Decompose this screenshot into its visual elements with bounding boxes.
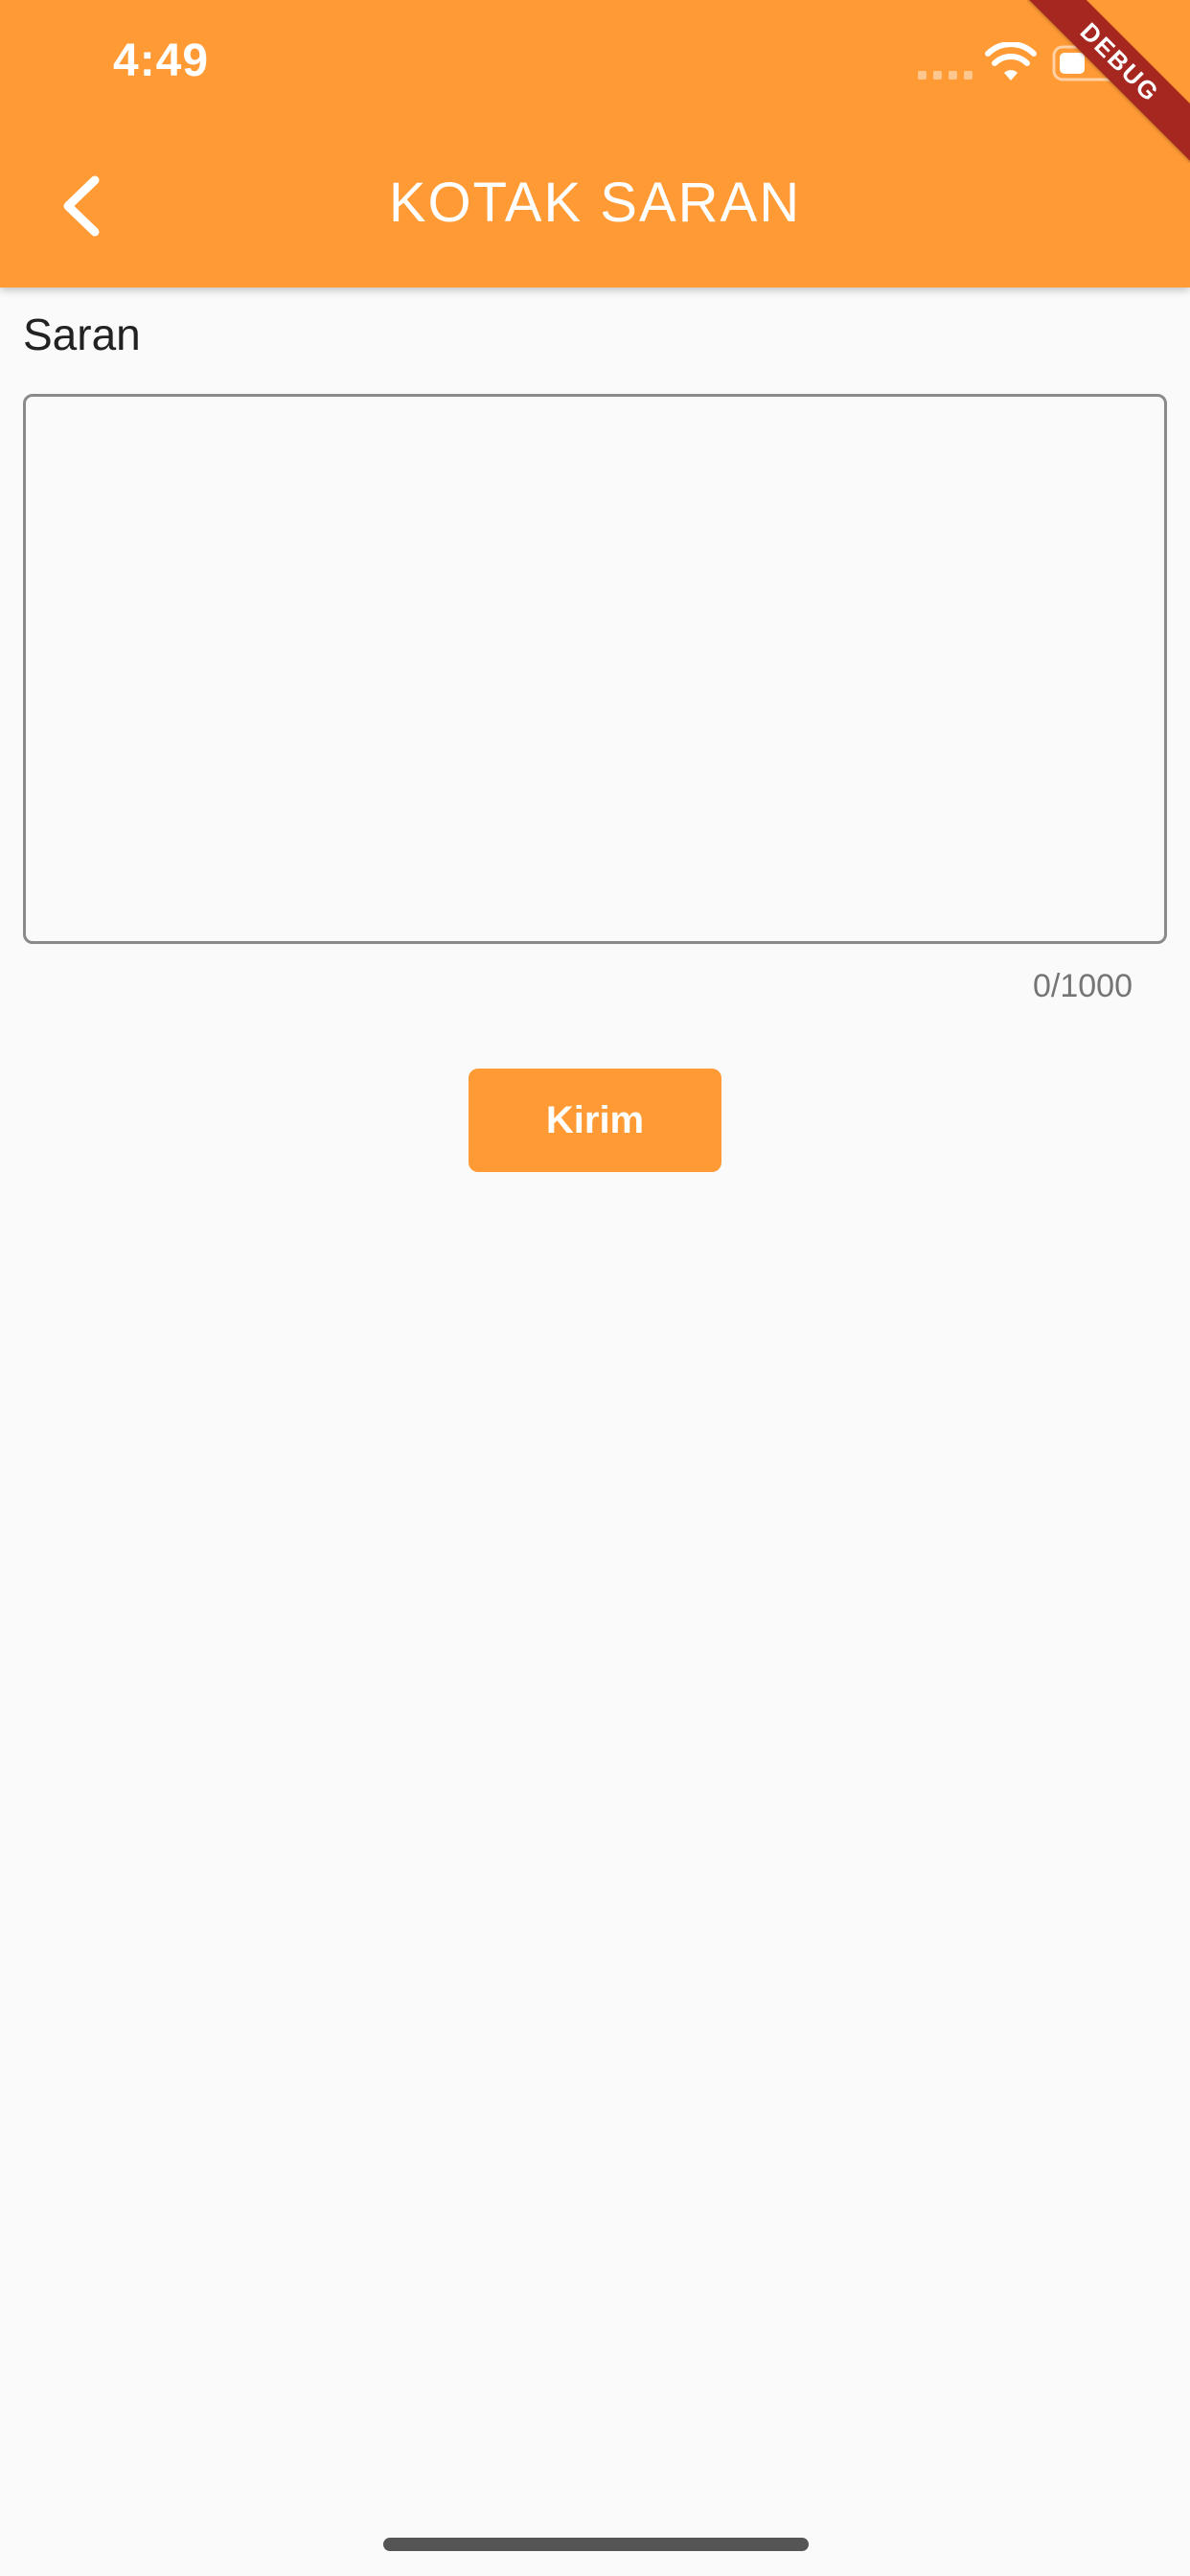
battery-icon (1052, 45, 1133, 81)
app-header: 4:49 KOTAK SARAN (0, 0, 1190, 288)
wifi-icon (985, 42, 1037, 80)
home-indicator[interactable] (383, 2538, 809, 2551)
saran-label: Saran (23, 310, 141, 359)
signal-icon (918, 71, 973, 80)
screen: 4:49 KOTAK SARAN DEBUG Saran 0/1000 Kiri… (0, 0, 1190, 2576)
status-time: 4:49 (113, 35, 210, 86)
char-counter: 0/1000 (1033, 968, 1133, 1004)
page-title: KOTAK SARAN (388, 172, 802, 234)
saran-textarea[interactable] (23, 394, 1167, 944)
kirim-button[interactable]: Kirim (469, 1069, 721, 1172)
